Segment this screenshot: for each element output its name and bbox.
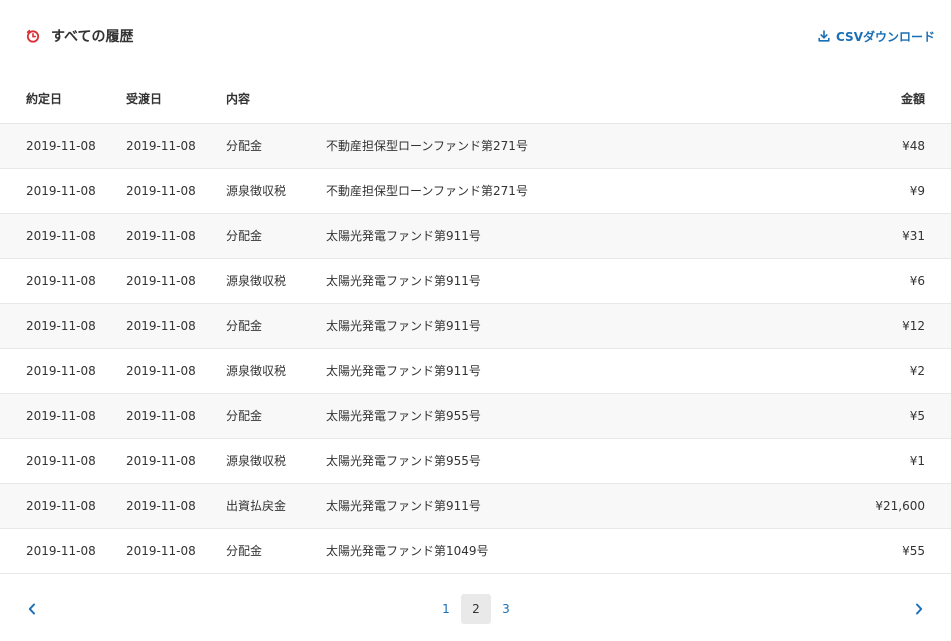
row-type: 出資払戻金 xyxy=(226,499,287,513)
row-delivery: 2019-11-08 xyxy=(126,364,196,378)
download-icon xyxy=(818,30,830,42)
row-amount: ¥55 xyxy=(902,544,925,558)
row-delivery: 2019-11-08 xyxy=(126,229,196,243)
row-delivery: 2019-11-08 xyxy=(126,544,196,558)
row-description: 太陽光発電ファンド第911号 xyxy=(326,319,481,333)
row-date: 2019-11-08 xyxy=(26,274,96,288)
section-title: すべての履歴 xyxy=(26,25,133,47)
csv-download-label: CSVダウンロード xyxy=(836,29,935,44)
row-description: 不動産担保型ローンファンド第271号 xyxy=(326,184,528,198)
row-amount: ¥12 xyxy=(902,319,925,333)
page-numbers: 1 2 3 xyxy=(431,594,521,624)
chevron-right-icon xyxy=(914,600,924,619)
row-date: 2019-11-08 xyxy=(26,499,96,513)
table-row: 2019-11-08 2019-11-08 分配金 太陽光発電ファンド第911号… xyxy=(0,304,951,349)
row-description: 不動産担保型ローンファンド第271号 xyxy=(326,139,528,153)
row-amount: ¥21,600 xyxy=(875,499,925,513)
page-title: すべての履歴 xyxy=(51,29,134,45)
row-type: 分配金 xyxy=(226,319,263,333)
column-header-amount: 金額 xyxy=(900,92,925,106)
row-delivery: 2019-11-08 xyxy=(126,274,196,288)
row-type: 源泉徴収税 xyxy=(226,274,287,288)
csv-download-button[interactable]: CSVダウンロード xyxy=(818,27,935,45)
column-header-date: 約定日 xyxy=(26,92,63,106)
table-row: 2019-11-08 2019-11-08 分配金 太陽光発電ファンド第911号… xyxy=(0,214,951,259)
history-table: 約定日 受渡日 内容 金額 2019-11-08 2019-11-08 分配金 … xyxy=(0,80,951,574)
table-row: 2019-11-08 2019-11-08 出資払戻金 太陽光発電ファンド第91… xyxy=(0,484,951,529)
table-row: 2019-11-08 2019-11-08 源泉徴収税 不動産担保型ローンファン… xyxy=(0,169,951,214)
prev-page-button[interactable] xyxy=(20,596,44,622)
row-delivery: 2019-11-08 xyxy=(126,139,196,153)
row-amount: ¥31 xyxy=(902,229,925,243)
row-delivery: 2019-11-08 xyxy=(126,454,196,468)
row-type: 源泉徴収税 xyxy=(226,454,287,468)
row-description: 太陽光発電ファンド第955号 xyxy=(326,454,481,468)
row-amount: ¥6 xyxy=(909,274,925,288)
column-header-type: 内容 xyxy=(226,92,251,106)
row-type: 源泉徴収税 xyxy=(226,364,287,378)
row-date: 2019-11-08 xyxy=(26,229,96,243)
row-date: 2019-11-08 xyxy=(26,454,96,468)
page-3-link[interactable]: 3 xyxy=(491,594,521,624)
row-description: 太陽光発電ファンド第911号 xyxy=(326,274,481,288)
row-delivery: 2019-11-08 xyxy=(126,499,196,513)
row-date: 2019-11-08 xyxy=(26,544,96,558)
row-type: 分配金 xyxy=(226,409,263,423)
row-description: 太陽光発電ファンド第955号 xyxy=(326,409,481,423)
pagination: 1 2 3 xyxy=(0,594,951,624)
table-row: 2019-11-08 2019-11-08 分配金 不動産担保型ローンファンド第… xyxy=(0,124,951,169)
row-date: 2019-11-08 xyxy=(26,319,96,333)
row-amount: ¥2 xyxy=(909,364,925,378)
table-row: 2019-11-08 2019-11-08 分配金 太陽光発電ファンド第1049… xyxy=(0,529,951,574)
row-date: 2019-11-08 xyxy=(26,184,96,198)
row-delivery: 2019-11-08 xyxy=(126,319,196,333)
row-amount: ¥48 xyxy=(902,139,925,153)
row-description: 太陽光発電ファンド第911号 xyxy=(326,499,481,513)
row-date: 2019-11-08 xyxy=(26,409,96,423)
chevron-left-icon xyxy=(27,600,37,619)
page-2-current[interactable]: 2 xyxy=(461,594,491,624)
table-row: 2019-11-08 2019-11-08 分配金 太陽光発電ファンド第955号… xyxy=(0,394,951,439)
row-type: 分配金 xyxy=(226,544,263,558)
row-description: 太陽光発電ファンド第911号 xyxy=(326,364,481,378)
row-amount: ¥9 xyxy=(909,184,925,198)
row-description: 太陽光発電ファンド第911号 xyxy=(326,229,481,243)
row-delivery: 2019-11-08 xyxy=(126,409,196,423)
row-type: 分配金 xyxy=(226,229,263,243)
history-header: すべての履歴 CSVダウンロード xyxy=(0,0,951,72)
row-type: 源泉徴収税 xyxy=(226,184,287,198)
page-1-link[interactable]: 1 xyxy=(431,594,461,624)
table-row: 2019-11-08 2019-11-08 源泉徴収税 太陽光発電ファンド第91… xyxy=(0,349,951,394)
row-date: 2019-11-08 xyxy=(26,364,96,378)
table-row: 2019-11-08 2019-11-08 源泉徴収税 太陽光発電ファンド第95… xyxy=(0,439,951,484)
row-type: 分配金 xyxy=(226,139,263,153)
history-page: すべての履歴 CSVダウンロード 約定日 受渡日 内容 金額 2019-11-0… xyxy=(0,0,951,641)
row-description: 太陽光発電ファンド第1049号 xyxy=(326,544,489,558)
row-amount: ¥5 xyxy=(909,409,925,423)
table-header: 約定日 受渡日 内容 金額 xyxy=(0,80,951,124)
next-page-button[interactable] xyxy=(907,596,931,622)
row-delivery: 2019-11-08 xyxy=(126,184,196,198)
column-header-delivery: 受渡日 xyxy=(126,92,163,106)
clock-icon xyxy=(26,29,40,43)
table-row: 2019-11-08 2019-11-08 源泉徴収税 太陽光発電ファンド第91… xyxy=(0,259,951,304)
row-date: 2019-11-08 xyxy=(26,139,96,153)
row-amount: ¥1 xyxy=(909,454,925,468)
